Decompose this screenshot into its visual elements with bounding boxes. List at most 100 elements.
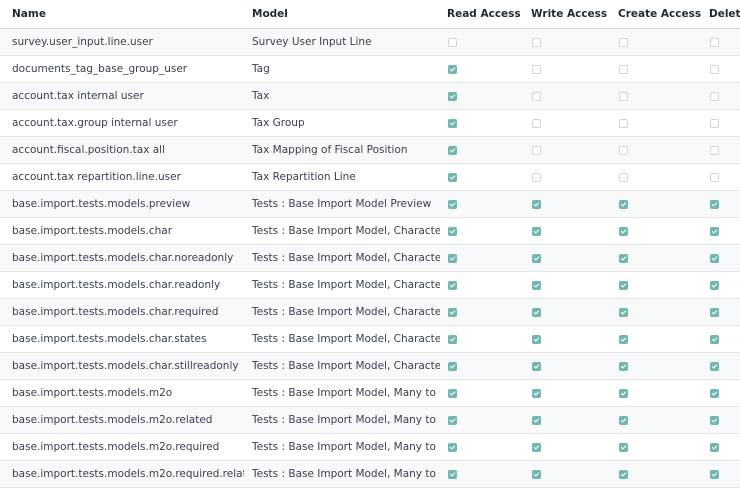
table-row[interactable]: base.import.tests.models.m2o Tests : Base… [0, 380, 740, 407]
table-row[interactable]: survey.user_input.line.user Survey User I… [0, 29, 740, 56]
read-access-checkbox[interactable] [448, 91, 457, 101]
write-access-checkbox[interactable] [532, 37, 541, 47]
write-access-checkbox[interactable] [532, 415, 541, 425]
table-row[interactable]: account.tax internal user Tax [0, 83, 740, 110]
cell-read-access [447, 83, 525, 109]
table-row[interactable]: base.import.tests.models.char.states Test… [0, 326, 740, 353]
delete-checkbox[interactable] [710, 226, 719, 236]
table-row[interactable]: base.import.tests.models.char.noreadonly… [0, 245, 740, 272]
create-access-checkbox[interactable] [619, 172, 628, 182]
write-access-checkbox[interactable] [532, 199, 541, 209]
delete-checkbox[interactable] [710, 469, 719, 479]
delete-checkbox[interactable] [710, 361, 719, 371]
create-access-checkbox[interactable] [619, 145, 628, 155]
create-access-checkbox[interactable] [619, 91, 628, 101]
table-row[interactable]: account.fiscal.position.tax all Tax Mappi… [0, 137, 740, 164]
read-access-checkbox[interactable] [448, 172, 457, 182]
write-access-checkbox[interactable] [532, 145, 541, 155]
table-row[interactable]: base.import.tests.models.m2o.required.re… [0, 461, 740, 488]
table-row[interactable]: base.import.tests.models.m2o.required Tes… [0, 434, 740, 461]
column-header-create-access[interactable]: Create Access [618, 0, 702, 28]
create-access-checkbox[interactable] [619, 280, 628, 290]
create-access-checkbox[interactable] [619, 307, 628, 317]
table-row[interactable]: base.import.tests.models.m2o.related Test… [0, 407, 740, 434]
delete-checkbox[interactable] [710, 442, 719, 452]
write-access-checkbox[interactable] [532, 64, 541, 74]
create-access-checkbox[interactable] [619, 388, 628, 398]
delete-checkbox[interactable] [710, 64, 719, 74]
delete-checkbox[interactable] [710, 199, 719, 209]
table-row[interactable]: documents_tag_base_group_user Tag [0, 56, 740, 83]
write-access-checkbox[interactable] [532, 307, 541, 317]
cell-create-access [618, 29, 702, 55]
table-row[interactable]: base.import.tests.models.preview Tests : … [0, 191, 740, 218]
create-access-checkbox[interactable] [619, 37, 628, 47]
delete-checkbox[interactable] [710, 307, 719, 317]
read-access-checkbox[interactable] [448, 145, 457, 155]
create-access-checkbox[interactable] [619, 361, 628, 371]
table-row[interactable]: account.tax.group internal user Tax Group [0, 110, 740, 137]
create-access-checkbox[interactable] [619, 334, 628, 344]
read-access-checkbox[interactable] [448, 415, 457, 425]
cell-read-access [447, 407, 525, 433]
write-access-checkbox[interactable] [532, 280, 541, 290]
read-access-checkbox[interactable] [448, 280, 457, 290]
delete-checkbox[interactable] [710, 415, 719, 425]
table-row[interactable]: account.tax repartition.line.user Tax Rep… [0, 164, 740, 191]
cell-create-access [618, 110, 702, 136]
column-header-read-access[interactable]: Read Access [447, 0, 525, 28]
read-access-checkbox[interactable] [448, 253, 457, 263]
delete-checkbox[interactable] [710, 388, 719, 398]
cell-model: Tests : Base Import Model, Many to On... [252, 441, 440, 453]
write-access-checkbox[interactable] [532, 361, 541, 371]
table-row[interactable]: base.import.tests.models.char.stillreado… [0, 353, 740, 380]
write-access-checkbox[interactable] [532, 469, 541, 479]
write-access-checkbox[interactable] [532, 118, 541, 128]
table-row[interactable]: base.import.tests.models.char.required Te… [0, 299, 740, 326]
write-access-checkbox[interactable] [532, 334, 541, 344]
table-row[interactable]: base.import.tests.models.char Tests : Bas… [0, 218, 740, 245]
read-access-checkbox[interactable] [448, 226, 457, 236]
create-access-checkbox[interactable] [619, 199, 628, 209]
create-access-checkbox[interactable] [619, 442, 628, 452]
table-row[interactable]: base.import.tests.models.char.readonly Te… [0, 272, 740, 299]
create-access-checkbox[interactable] [619, 118, 628, 128]
column-header-delete[interactable]: Delete [709, 0, 740, 28]
cell-write-access [531, 218, 611, 244]
delete-checkbox[interactable] [710, 280, 719, 290]
create-access-checkbox[interactable] [619, 253, 628, 263]
delete-checkbox[interactable] [710, 37, 719, 47]
read-access-checkbox[interactable] [448, 64, 457, 74]
write-access-checkbox[interactable] [532, 172, 541, 182]
delete-checkbox[interactable] [710, 334, 719, 344]
read-access-checkbox[interactable] [448, 361, 457, 371]
write-access-checkbox[interactable] [532, 91, 541, 101]
read-access-checkbox[interactable] [448, 469, 457, 479]
read-access-checkbox[interactable] [448, 334, 457, 344]
column-header-name[interactable]: Name [12, 0, 244, 28]
read-access-checkbox[interactable] [448, 118, 457, 128]
write-access-checkbox[interactable] [532, 388, 541, 398]
delete-checkbox[interactable] [710, 118, 719, 128]
read-access-checkbox[interactable] [448, 388, 457, 398]
read-access-checkbox[interactable] [448, 307, 457, 317]
cell-name: base.import.tests.models.char.required [12, 306, 219, 318]
cell-create-access [618, 407, 702, 433]
read-access-checkbox[interactable] [448, 37, 457, 47]
delete-checkbox[interactable] [710, 253, 719, 263]
write-access-checkbox[interactable] [532, 442, 541, 452]
create-access-checkbox[interactable] [619, 226, 628, 236]
read-access-checkbox[interactable] [448, 199, 457, 209]
delete-checkbox[interactable] [710, 145, 719, 155]
column-header-model[interactable]: Model [252, 0, 440, 28]
read-access-checkbox[interactable] [448, 442, 457, 452]
column-header-write-access[interactable]: Write Access [531, 0, 611, 28]
cell-read-access [447, 353, 525, 379]
write-access-checkbox[interactable] [532, 253, 541, 263]
create-access-checkbox[interactable] [619, 415, 628, 425]
create-access-checkbox[interactable] [619, 64, 628, 74]
delete-checkbox[interactable] [710, 91, 719, 101]
delete-checkbox[interactable] [710, 172, 719, 182]
create-access-checkbox[interactable] [619, 469, 628, 479]
write-access-checkbox[interactable] [532, 226, 541, 236]
